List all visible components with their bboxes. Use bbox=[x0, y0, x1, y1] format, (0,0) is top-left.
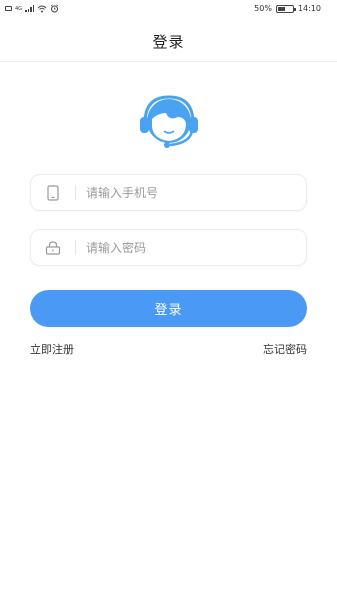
status-right: 50% 14:10 bbox=[254, 4, 321, 13]
sim-card-icon bbox=[5, 6, 12, 11]
phone-field[interactable] bbox=[30, 174, 307, 211]
customer-service-headset-icon bbox=[140, 95, 198, 148]
alarm-icon bbox=[50, 4, 59, 13]
battery-icon bbox=[275, 4, 296, 13]
clock-time: 14:10 bbox=[297, 4, 321, 13]
wifi-icon bbox=[37, 5, 47, 12]
status-left: 4G bbox=[5, 4, 59, 13]
status-bar: 4G 50% 14:10 bbox=[0, 0, 337, 20]
login-button[interactable]: 登录 bbox=[30, 290, 307, 327]
page-title: 登录 bbox=[152, 33, 185, 51]
network-type-label: 4G bbox=[15, 5, 23, 12]
forgot-password-link[interactable]: 忘记密码 bbox=[263, 341, 307, 357]
password-input[interactable] bbox=[76, 240, 306, 255]
lock-icon bbox=[31, 240, 75, 255]
battery-percent: 50% bbox=[254, 4, 272, 13]
phone-icon bbox=[31, 184, 75, 201]
phone-input[interactable] bbox=[76, 185, 306, 200]
signal-strength-icon bbox=[25, 5, 35, 12]
password-field[interactable] bbox=[30, 229, 307, 266]
register-link[interactable]: 立即注册 bbox=[30, 341, 74, 357]
title-bar: 登录 bbox=[0, 22, 337, 62]
